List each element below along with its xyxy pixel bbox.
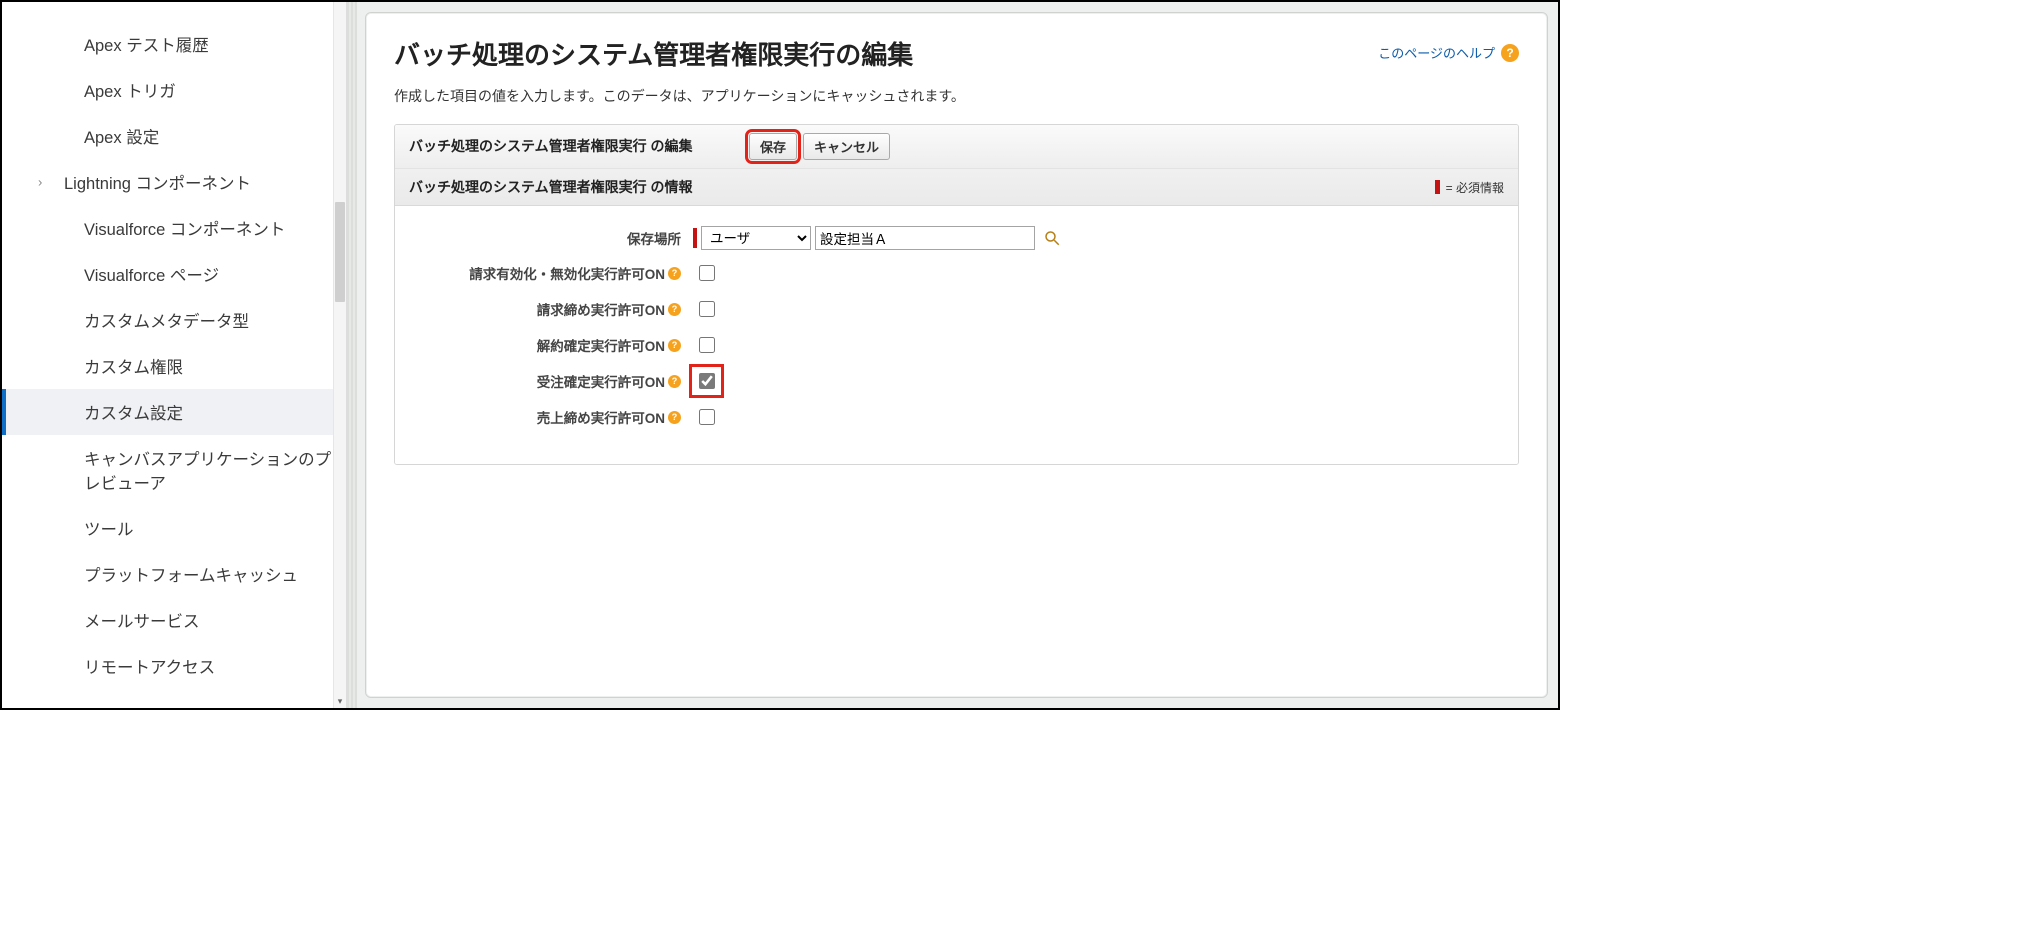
label-cb1: 請求有効化・無効化実行許可ON ? (409, 263, 681, 283)
field-location: ユーザ (693, 226, 1061, 250)
chevron-right-icon: › (38, 175, 42, 190)
sidebar-item-label: リモートアクセス (84, 654, 215, 678)
sidebar-item-label: Visualforce ページ (84, 262, 219, 286)
save-button[interactable]: 保存 (749, 133, 797, 160)
sidebar-list: Apex テスト履歴 Apex トリガ Apex 設定 › Lightning コンポー… (2, 2, 346, 708)
scroll-arrow-down-icon[interactable]: ▾ (334, 694, 346, 708)
sidebar-item-label: カスタムメタデータ型 (84, 308, 249, 332)
sidebar-item-6[interactable]: カスタムメタデータ型 (2, 297, 346, 343)
page-description: 作成した項目の値を入力します。このデータは、アプリケーションにキャッシュされます… (394, 86, 1519, 106)
help-icon[interactable]: ? (668, 267, 681, 280)
help-icon[interactable]: ? (668, 375, 681, 388)
required-legend-text: = 必須情報 (1446, 179, 1504, 196)
help-icon[interactable]: ? (668, 411, 681, 424)
sidebar-item-13[interactable]: リモートアクセス (2, 643, 346, 689)
sidebar-item-9[interactable]: キャンバスアプリケーションのプレビューア (2, 435, 346, 505)
sidebar-item-7[interactable]: カスタム権限 (2, 343, 346, 389)
row-cb5: 売上締め実行許可ON ? (409, 404, 1504, 430)
location-select[interactable]: ユーザ (701, 226, 811, 250)
sidebar-item-label: カスタム権限 (84, 354, 183, 378)
label-cb2: 請求締め実行許可ON ? (409, 299, 681, 319)
help-link-text: このページのヘルプ (1378, 43, 1495, 62)
page-block: バッチ処理のシステム管理者権限実行 の編集 保存 キャンセル バッチ処理のシステ… (394, 124, 1519, 465)
sidebar: Apex テスト履歴 Apex トリガ Apex 設定 › Lightning コンポー… (2, 2, 347, 708)
checkbox-cb5[interactable] (699, 409, 715, 425)
label-cb5: 売上締め実行許可ON ? (409, 407, 681, 427)
cancel-button[interactable]: キャンセル (803, 133, 890, 160)
required-bar-icon (693, 228, 697, 248)
sidebar-item-label: Lightning コンポーネント (64, 170, 251, 194)
sidebar-item-11[interactable]: プラットフォームキャッシュ (2, 551, 346, 597)
sidebar-item-label: Apex テスト履歴 (84, 32, 209, 56)
page-title: バッチ処理のシステム管理者権限実行の編集 (394, 35, 913, 72)
row-cb4: 受注確定実行許可ON ? (409, 368, 1504, 394)
sidebar-item-5[interactable]: Visualforce ページ (2, 251, 346, 297)
checkbox-cb2[interactable] (699, 301, 715, 317)
row-cb2: 請求締め実行許可ON ? (409, 296, 1504, 322)
help-icon[interactable]: ? (668, 339, 681, 352)
sidebar-item-label: メールサービス (84, 608, 200, 632)
sidebar-item-10[interactable]: ツール (2, 505, 346, 551)
checkbox-cb1[interactable] (699, 265, 715, 281)
main-area: バッチ処理のシステム管理者権限実行の編集 このページのヘルプ ? 作成した項目の… (347, 2, 1558, 708)
sidebar-scrollbar[interactable]: ▾ (333, 2, 346, 708)
sidebar-item-label: プラットフォームキャッシュ (84, 562, 298, 586)
section-header: バッチ処理のシステム管理者権限実行 の情報 = 必須情報 (395, 169, 1518, 206)
sidebar-item-12[interactable]: メールサービス (2, 597, 346, 643)
sidebar-item-0[interactable]: Apex テスト履歴 (2, 21, 346, 67)
sidebar-item-8[interactable]: カスタム設定 (2, 389, 346, 435)
help-icon[interactable]: ? (668, 303, 681, 316)
sidebar-item-2[interactable]: Apex 設定 (2, 113, 346, 159)
row-cb3: 解約確定実行許可ON ? (409, 332, 1504, 358)
label-cb4: 受注確定実行許可ON ? (409, 371, 681, 391)
sidebar-item-label: Apex トリガ (84, 78, 176, 102)
section-title: バッチ処理のシステム管理者権限実行 の情報 (409, 177, 692, 197)
sidebar-item-label: キャンバスアプリケーションのプレビューア (84, 446, 336, 494)
sidebar-item-3[interactable]: › Lightning コンポーネント (2, 159, 346, 205)
label-cb3: 解約確定実行許可ON ? (409, 335, 681, 355)
panel-header: バッチ処理のシステム管理者権限実行の編集 このページのヘルプ ? (394, 35, 1519, 86)
sidebar-item-label: Visualforce コンポーネント (84, 216, 285, 240)
help-link[interactable]: このページのヘルプ ? (1378, 43, 1519, 62)
required-bar-icon (1435, 180, 1440, 194)
sidebar-item-4[interactable]: Visualforce コンポーネント (2, 205, 346, 251)
location-name-input[interactable] (815, 226, 1035, 250)
checkbox-cb3[interactable] (699, 337, 715, 353)
checkbox-cb4[interactable] (699, 373, 715, 389)
action-buttons: 保存 キャンセル (749, 133, 890, 160)
required-legend: = 必須情報 (1435, 179, 1504, 196)
label-location: 保存場所 (409, 228, 681, 248)
sidebar-item-label: ツール (84, 516, 134, 540)
row-location: 保存場所 ユーザ (409, 226, 1504, 250)
sidebar-scrollbar-thumb[interactable] (335, 202, 345, 302)
row-cb1: 請求有効化・無効化実行許可ON ? (409, 260, 1504, 286)
help-icon: ? (1501, 44, 1519, 62)
sidebar-item-1[interactable]: Apex トリガ (2, 67, 346, 113)
sidebar-item-label: カスタム設定 (84, 400, 183, 424)
app-root: Apex テスト履歴 Apex トリガ Apex 設定 › Lightning コンポー… (0, 0, 1560, 710)
page-block-title: バッチ処理のシステム管理者権限実行 の編集 (409, 137, 719, 156)
sidebar-item-label: Apex 設定 (84, 124, 159, 148)
form-area: 保存場所 ユーザ (395, 206, 1518, 464)
lookup-icon[interactable] (1043, 229, 1061, 247)
page-block-header: バッチ処理のシステム管理者権限実行 の編集 保存 キャンセル (395, 125, 1518, 169)
content-panel: バッチ処理のシステム管理者権限実行の編集 このページのヘルプ ? 作成した項目の… (365, 12, 1548, 698)
